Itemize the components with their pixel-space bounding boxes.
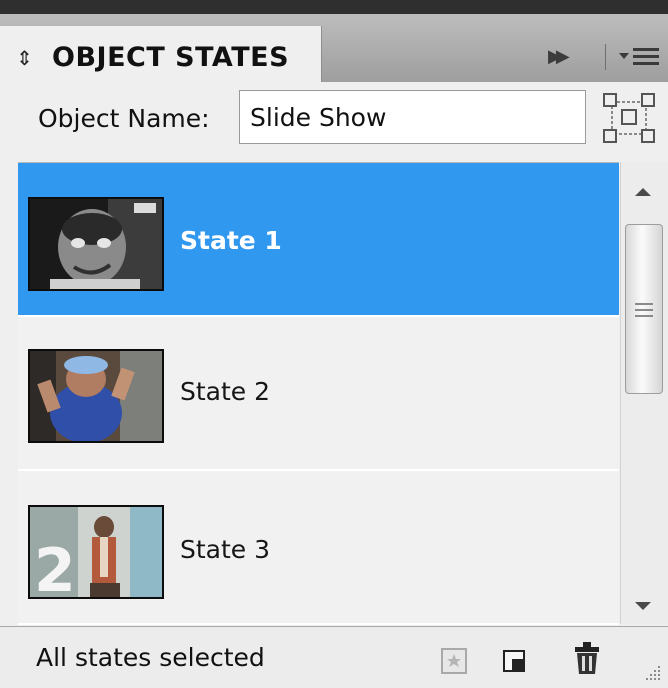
tab-reorder-icon: ⇕ (16, 46, 33, 70)
scroll-down-arrow-icon[interactable] (635, 602, 651, 610)
state-row-3[interactable]: 2 State 3 (18, 471, 619, 625)
object-bounds-icon[interactable] (602, 92, 656, 144)
panel-footer: All states selected (0, 626, 668, 688)
state-thumbnail-3: 2 (28, 505, 164, 599)
panel-menu-icon[interactable] (619, 44, 661, 70)
panel-title: OBJECT STATES (52, 42, 290, 73)
panel-top-strip (0, 0, 668, 14)
object-name-field[interactable] (239, 90, 586, 144)
object-name-label: Object Name: (38, 104, 210, 133)
object-name-row: Object Name: (0, 82, 668, 160)
panel-collapse-icon[interactable]: ▶▶ (548, 46, 570, 67)
state-label-3: State 3 (180, 535, 271, 564)
scroll-up-arrow-icon[interactable] (635, 188, 651, 196)
status-text: All states selected (36, 643, 265, 672)
states-list: State 1 State 2 2 State 3 (18, 162, 619, 625)
delete-state-icon[interactable] (500, 647, 528, 675)
state-label-1: State 1 (180, 226, 282, 255)
tab-separator (605, 44, 606, 70)
tab-object-states[interactable]: ⇕ OBJECT STATES (0, 26, 322, 82)
state-row-1[interactable]: State 1 (18, 163, 619, 317)
object-states-panel: ⇕ OBJECT STATES ▶▶ Object Name: Slide Sh… (0, 0, 668, 688)
panel-tab-bar: ⇕ OBJECT STATES ▶▶ (0, 14, 668, 82)
new-state-icon[interactable] (440, 647, 468, 675)
state-thumbnail-1 (28, 197, 164, 291)
resize-grip-icon[interactable] (644, 664, 662, 682)
state-thumbnail-2 (28, 349, 164, 443)
states-scrollbar[interactable] (620, 162, 668, 624)
state-label-2: State 2 (180, 377, 271, 406)
state-row-2[interactable]: State 2 (18, 317, 619, 471)
trash-icon[interactable] (572, 641, 602, 675)
scroll-thumb[interactable] (625, 224, 663, 394)
svg-text:2: 2 (34, 536, 76, 597)
